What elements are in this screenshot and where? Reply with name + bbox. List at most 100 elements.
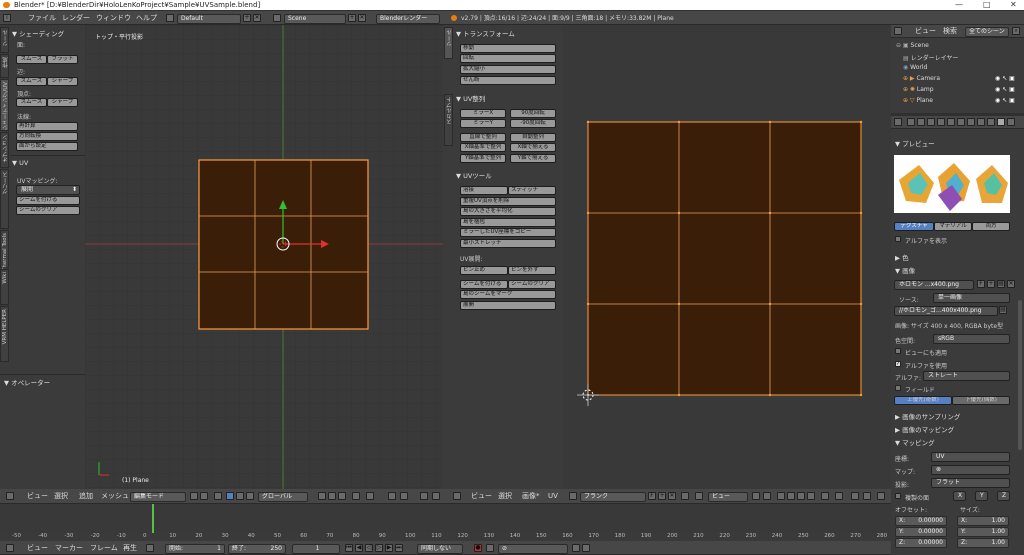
uv-snap-target-icon[interactable] — [863, 492, 871, 500]
insert-keyframe-icon[interactable] — [572, 544, 580, 552]
uv-menu-view[interactable]: ビュー — [471, 491, 492, 502]
minimize-stretch-button[interactable]: 最小ストレッチ — [460, 239, 556, 248]
end-frame-field[interactable]: 終了: 250 — [228, 544, 286, 554]
timeline-menu-frame[interactable]: フレーム — [90, 543, 118, 554]
properties-type-icon[interactable] — [894, 118, 902, 126]
transform-panel-header[interactable]: ▼ トランスフォーム — [456, 28, 515, 38]
align-x-base-button[interactable]: X軸基準で整列 — [460, 143, 506, 152]
layers-tab-icon[interactable] — [917, 118, 925, 126]
tab-tools[interactable]: ツール — [0, 27, 9, 53]
snap-target-icon[interactable] — [400, 492, 408, 500]
outliner-type-icon[interactable] — [894, 27, 902, 35]
layout-add-icon[interactable]: + — [243, 14, 251, 22]
vertex-sharp-button[interactable]: シャープ — [47, 98, 78, 107]
alpha-mode-select[interactable]: ストレート — [923, 371, 1010, 381]
uv-menu-image[interactable]: 画像* — [522, 491, 540, 502]
tab-grease[interactable]: グリース — [0, 169, 9, 229]
z-axis-select[interactable]: Z — [997, 491, 1010, 501]
delete-keyframe-icon[interactable] — [582, 544, 590, 552]
tab-material[interactable]: マテリアル — [934, 222, 972, 231]
proportional-icon[interactable] — [366, 492, 374, 500]
uv-tools-panel-header[interactable]: ▼ UVツール — [456, 170, 492, 180]
weld-button[interactable]: 溶接 — [460, 186, 508, 195]
vertex-smooth-button[interactable]: スムーズ — [16, 98, 47, 107]
outliner-row-renderlayers[interactable]: ▤ レンダーレイヤー — [903, 53, 958, 62]
outliner-menu-search[interactable]: 検索 — [943, 26, 957, 37]
prev-keyframe-icon[interactable]: ◀ — [355, 544, 363, 552]
pin-image-icon[interactable] — [681, 492, 689, 500]
material-tab-icon[interactable] — [987, 118, 995, 126]
align-y-base-button[interactable]: Y軸基準で整列 — [460, 154, 506, 163]
tab-texture[interactable]: テクスチャ — [894, 222, 934, 231]
straighten-button[interactable]: 直線で整列 — [460, 133, 506, 142]
tab-thermal[interactable]: Thermal Tools — [0, 230, 9, 271]
mirror-y-button[interactable]: ミラーY — [460, 119, 506, 128]
offset-x-field[interactable]: X: 0.00000 — [895, 516, 947, 526]
orientation-select[interactable]: グローバル — [258, 492, 308, 502]
outliner-row-scene[interactable]: ⊖ ▣ Scene — [896, 42, 929, 49]
tab-shading-uv[interactable]: シェーディング/UV — [0, 79, 9, 131]
align-x-button[interactable]: X軸で揃える — [510, 143, 556, 152]
render-icon[interactable] — [420, 492, 428, 500]
properties-scrollbar[interactable] — [1018, 300, 1022, 450]
face-flat-button[interactable]: フラット — [47, 55, 78, 64]
image-fake-user-icon[interactable]: F — [977, 280, 985, 288]
editor-type-icon[interactable] — [6, 492, 14, 500]
edge-select-icon[interactable] — [328, 492, 336, 500]
stitch-button[interactable]: スティッチ — [508, 186, 556, 195]
particles-tab-icon[interactable] — [1007, 118, 1015, 126]
outliner-filter-select[interactable]: 全てのシーン — [965, 27, 1009, 37]
viewport-3d-canvas[interactable] — [85, 25, 443, 489]
uv-menu-select[interactable]: 選択 — [498, 491, 512, 502]
mirror-x-button[interactable]: ミラーX — [460, 109, 506, 118]
uv-tab-tools[interactable]: ツール — [444, 27, 453, 59]
minimize-button[interactable]: — — [955, 0, 963, 10]
normals-from-face-button[interactable]: 面から設定 — [16, 142, 78, 151]
timeline[interactable]: -50 -40 -30 -20 -10 0 10 20 30 40 50 60 70 80 90 100 110… — [0, 504, 891, 541]
tab-wiki[interactable]: Wiki — [0, 269, 9, 305]
menu-file[interactable]: ファイル — [28, 13, 56, 24]
record-icon[interactable]: ● — [474, 544, 482, 552]
data-tab-icon[interactable] — [977, 118, 985, 126]
uv-render-icon[interactable] — [877, 492, 885, 500]
start-frame-field[interactable]: 開始: 1 — [165, 544, 225, 554]
size-z-field[interactable]: Z: 1.00 — [957, 538, 1009, 548]
render-engine-select[interactable]: Blenderレンダー — [376, 14, 440, 24]
image-filepath[interactable]: //ホロモン_ゴ...400x400.png — [894, 306, 998, 316]
sync-select-icon[interactable] — [763, 492, 771, 500]
occlude-icon[interactable] — [352, 492, 360, 500]
uv-align-panel-header[interactable]: ▼ UV整列 — [456, 93, 485, 103]
y-axis-select[interactable]: Y — [975, 491, 988, 501]
uv-proportional-icon[interactable] — [835, 492, 843, 500]
unwrap-dropdown[interactable]: 展開 ⬍ — [16, 185, 80, 195]
info-editor-icon[interactable]: i — [3, 14, 11, 22]
uv-editor-type-icon[interactable] — [453, 492, 461, 500]
color-panel-header[interactable]: ▶ 色 — [895, 252, 909, 262]
image-unlink-icon[interactable]: ✕ — [668, 492, 676, 500]
size-x-field[interactable]: X: 1.00 — [957, 516, 1009, 526]
edit-mode-icon[interactable] — [695, 492, 703, 500]
eye-icon[interactable]: ◉ ↖ ▣ — [995, 86, 1015, 93]
preview-panel-header[interactable]: ▼ プレビュー — [895, 138, 935, 148]
current-frame-marker[interactable] — [152, 504, 154, 533]
use-alpha-checkbox[interactable]: ✓ — [895, 361, 901, 367]
texture-tab-icon[interactable] — [997, 118, 1005, 126]
outliner-menu-view[interactable]: ビュー — [915, 26, 936, 37]
mark-seam-button[interactable]: シームを付ける — [16, 196, 80, 205]
scale-icon[interactable] — [246, 492, 254, 500]
menu-mesh[interactable]: メッシュ — [101, 491, 129, 502]
mode-select[interactable]: 編集モード — [130, 492, 186, 502]
menu-help[interactable]: ヘルプ — [136, 13, 157, 24]
play-reverse-icon[interactable]: ◁ — [365, 544, 373, 552]
timeline-menu-marker[interactable]: マーカー — [55, 543, 83, 554]
menu-add[interactable]: 追加 — [79, 491, 93, 502]
opengl-render-icon[interactable] — [432, 492, 440, 500]
manipulator-icon[interactable] — [214, 492, 222, 500]
operator-panel-header[interactable]: ▼ オペレーター — [4, 377, 50, 387]
translate-icon[interactable] — [226, 492, 234, 500]
rotate-icon[interactable] — [236, 492, 244, 500]
colorspace-select[interactable]: sRGB — [933, 334, 1010, 344]
menu-view[interactable]: ビュー — [27, 491, 48, 502]
tab-create[interactable]: 作成 — [0, 54, 9, 78]
menu-window[interactable]: ウィンドウ — [96, 13, 131, 24]
